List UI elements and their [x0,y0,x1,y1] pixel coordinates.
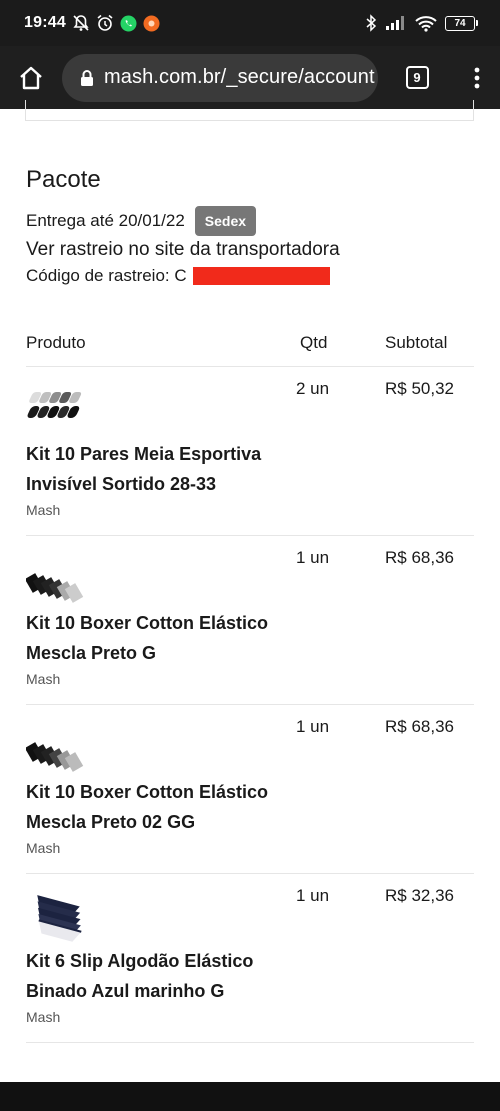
tracking-code-label: Código de rastreio: C [26,266,187,285]
package-title: Pacote [26,166,101,193]
product-thumbnail-socks[interactable] [26,386,88,428]
battery-icon: 74 [445,15,478,31]
product-subtotal: R$ 68,36 [385,717,454,736]
product-name[interactable]: Kit 10 Boxer Cotton Elástico Mescla Pret… [26,777,316,837]
product-qty: 2 un [296,379,330,398]
more-vertical-icon [474,67,480,88]
header-qty: Qtd [300,333,328,352]
product-thumbnail-boxer[interactable] [24,724,88,772]
signal-icon [385,15,407,31]
product-subtotal: R$ 32,36 [385,886,454,905]
product-qty: 1 un [296,548,330,567]
mute-icon [72,14,90,32]
product-name[interactable]: Kit 10 Pares Meia Esportiva Invisível So… [26,439,316,499]
whatsapp-icon [120,15,137,32]
lock-icon [80,69,94,87]
status-bar: 19:44 74 [0,0,500,46]
tracking-code-row: Código de rastreio: C [26,266,330,286]
product-subtotal: R$ 50,32 [385,379,454,398]
delivery-row: Entrega até 20/01/22 Sedex [26,206,257,236]
bluetooth-icon [365,14,377,32]
product-row: 1 un R$ 68,36 Kit 10 Boxer Cotton Elásti… [24,705,474,874]
product-qty: 1 un [296,717,330,736]
notification-icons [72,14,160,32]
tab-count: 9 [405,66,429,89]
product-name[interactable]: Kit 6 Slip Algodão Elástico Binado Azul … [26,946,316,1006]
carrier-badge: Sedex [194,206,257,236]
app-notification-icon [143,15,160,32]
product-name[interactable]: Kit 10 Boxer Cotton Elástico Mescla Pret… [26,608,316,668]
previous-card-edge [25,100,474,121]
battery-level: 74 [445,15,475,31]
product-brand: Mash [26,840,61,856]
product-brand: Mash [26,1009,61,1025]
url-text: mash.com.br/_secure/account [104,66,375,88]
product-thumbnail-slip[interactable] [26,893,88,942]
alarm-icon [96,14,114,32]
system-navigation-bar [0,1082,500,1111]
product-brand: Mash [26,502,61,518]
status-time: 19:44 [24,14,66,31]
products-table-header: Produto Qtd Subtotal [26,331,474,367]
address-bar[interactable]: mash.com.br/_secure/account [62,53,378,102]
header-subtotal: Subtotal [385,333,448,352]
product-qty: 1 un [296,886,330,905]
system-icons: 74 [365,14,478,32]
product-thumbnail-boxer[interactable] [24,555,88,603]
product-row: 2 un R$ 50,32 Kit 10 Pares Meia Esportiv… [26,367,474,536]
product-subtotal: R$ 68,36 [385,548,454,567]
tracking-link[interactable]: Ver rastreio no site da transportadora [26,239,340,261]
product-brand: Mash [26,671,61,687]
product-row: 1 un R$ 68,36 Kit 10 Boxer Cotton Elásti… [24,536,474,705]
product-row: 1 un R$ 32,36 Kit 6 Slip Algodão Elástic… [26,874,474,1043]
header-product: Produto [26,333,86,352]
wifi-icon [415,15,437,32]
delivery-date: Entrega até 20/01/22 [26,211,185,230]
redacted-tracking-code [192,267,330,285]
home-icon [20,66,42,89]
